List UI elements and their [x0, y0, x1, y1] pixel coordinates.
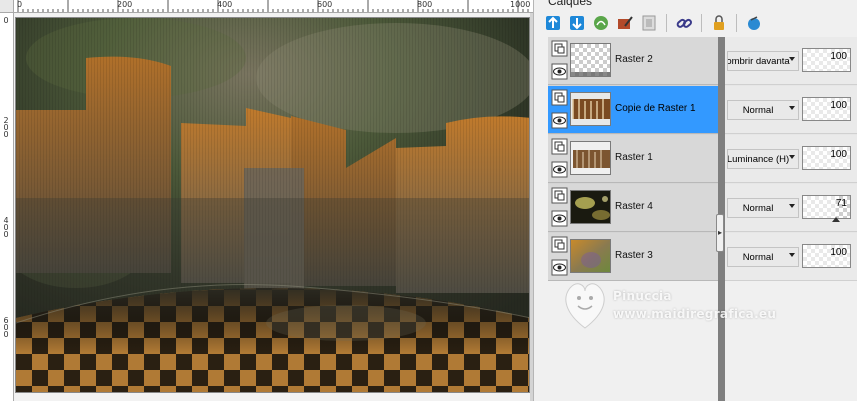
opacity-value: 100 — [830, 247, 847, 258]
layer-thumbnail — [570, 43, 611, 77]
visibility-eye-icon[interactable] — [551, 112, 568, 129]
link-icon[interactable] — [673, 12, 695, 34]
opacity-value: 100 — [830, 51, 847, 62]
layer-props-raster-1: Luminance (H) 100 — [725, 135, 857, 183]
blend-mode-select[interactable]: ombrir davanta — [727, 51, 799, 71]
dropdown-arrow-icon — [789, 57, 795, 61]
layer-name: Raster 1 — [615, 152, 653, 163]
dropdown-arrow-icon — [789, 155, 795, 159]
opacity-slider[interactable]: 100 — [802, 97, 851, 121]
opacity-slider[interactable]: 100 — [802, 244, 851, 268]
opacity-slider[interactable]: 100 — [802, 146, 851, 170]
splitter-grip[interactable]: ▸ — [716, 214, 724, 252]
visibility-eye-icon[interactable] — [551, 210, 568, 227]
ruler-label-1000: 1000 — [510, 0, 531, 9]
opacity-marker[interactable] — [832, 217, 841, 222]
toolbar-separator — [666, 14, 667, 32]
opacity-slider[interactable]: 71 — [802, 195, 851, 222]
opacity-slider[interactable]: 100 — [802, 48, 851, 72]
layer-list: Raster 2 Copie de Raster 1 Raster 1 Rast… — [548, 37, 718, 281]
layers-panel: Calques Raster 2 Copie de Raster 1 Raste… — [533, 0, 857, 401]
dropdown-arrow-icon — [789, 204, 795, 208]
layer-props-raster-4: Normal 71 — [725, 184, 857, 232]
vertical-ruler: 0 2 0 0 4 0 0 6 0 0 — [0, 13, 14, 401]
blend-mode-value: Luminance (H) — [727, 153, 790, 165]
opacity-value: 100 — [830, 100, 847, 111]
vruler-label-0: 0 — [3, 16, 9, 25]
layer-props-copie-de-raster-1: Normal 100 — [725, 86, 857, 134]
blend-mode-select[interactable]: Luminance (H) — [727, 149, 799, 169]
vruler-label-600: 6 0 0 — [3, 316, 9, 339]
opacity-value: 71 — [835, 198, 847, 209]
ruler-label-800: 800 — [417, 0, 433, 9]
visibility-eye-icon[interactable] — [551, 63, 568, 80]
blend-mode-value: ombrir davanta — [727, 55, 790, 67]
watermark-url: www.maidiregrafica.eu — [613, 307, 777, 321]
watermark-name: Pinuccia — [613, 289, 672, 303]
opacity-fill — [803, 196, 837, 218]
layer-thumbnail — [570, 92, 611, 126]
lock-icon[interactable] — [708, 12, 730, 34]
edit-selection-icon[interactable] — [614, 12, 636, 34]
layer-group-icon[interactable] — [551, 40, 568, 57]
layer-row-raster-2[interactable]: Raster 2 — [548, 37, 718, 85]
new-vector-layer-icon[interactable] — [566, 12, 588, 34]
blend-mode-value: Normal — [742, 202, 774, 214]
ruler-label-600: 600 — [317, 0, 333, 9]
layer-group-icon[interactable] — [551, 89, 568, 106]
composite-artwork — [16, 18, 529, 392]
layer-group-icon[interactable] — [551, 138, 568, 155]
watermark: Pinuccia www.maidiregrafica.eu — [560, 265, 790, 335]
ruler-corner — [0, 0, 14, 13]
toolbar-separator — [736, 14, 737, 32]
blend-mode-select[interactable]: Normal — [727, 100, 799, 120]
visibility-eye-icon[interactable] — [551, 161, 568, 178]
dropdown-arrow-icon — [789, 106, 795, 110]
opacity-value: 100 — [830, 149, 847, 160]
layer-row-raster-4[interactable]: Raster 4 — [548, 184, 718, 232]
layer-row-raster-1[interactable]: Raster 1 — [548, 135, 718, 183]
layer-row-copie-de-raster-1[interactable]: Copie de Raster 1 — [548, 86, 718, 134]
vruler-label-400: 4 0 0 — [3, 216, 9, 239]
layer-thumbnail — [570, 190, 611, 224]
layer-name: Copie de Raster 1 — [615, 103, 696, 114]
blend-mode-select[interactable]: Normal — [727, 247, 799, 267]
mask-layer-icon[interactable] — [638, 12, 660, 34]
new-raster-layer-icon[interactable] — [542, 12, 564, 34]
blend-mode-value: Normal — [742, 104, 774, 116]
blend-mode-select[interactable]: Normal — [727, 198, 799, 218]
panel-title: Calques — [548, 0, 593, 8]
canvas-area[interactable]: 0 200 400 600 800 1000 0 2 0 0 4 0 0 6 0… — [0, 0, 533, 401]
ruler-label-400: 400 — [217, 0, 233, 9]
document-image[interactable] — [15, 17, 530, 393]
ruler-label-200: 200 — [117, 0, 133, 9]
layer-props-raster-2: ombrir davanta 100 — [725, 37, 857, 85]
layer-properties: ombrir davanta 100 Normal 100 Luminance … — [725, 37, 857, 281]
delete-layer-icon[interactable] — [743, 12, 765, 34]
dropdown-arrow-icon — [789, 253, 795, 257]
vruler-label-200: 2 0 0 — [3, 116, 9, 139]
chevron-right-icon: ▸ — [718, 228, 723, 237]
layer-name: Raster 3 — [615, 250, 653, 261]
layer-name: Raster 2 — [615, 54, 653, 65]
new-mask-layer-icon[interactable] — [590, 12, 612, 34]
heart-logo-icon — [565, 283, 605, 329]
ruler-label-0: 0 — [17, 0, 23, 9]
horizontal-ruler-ticks — [17, 0, 529, 12]
horizontal-ruler: 0 200 400 600 800 1000 — [14, 0, 533, 13]
layer-group-icon[interactable] — [551, 236, 568, 253]
blend-mode-value: Normal — [742, 251, 774, 263]
toolbar-separator — [701, 14, 702, 32]
layer-thumbnail — [570, 141, 611, 175]
layer-name: Raster 4 — [615, 201, 653, 212]
layers-toolbar — [542, 12, 765, 34]
layer-group-icon[interactable] — [551, 187, 568, 204]
